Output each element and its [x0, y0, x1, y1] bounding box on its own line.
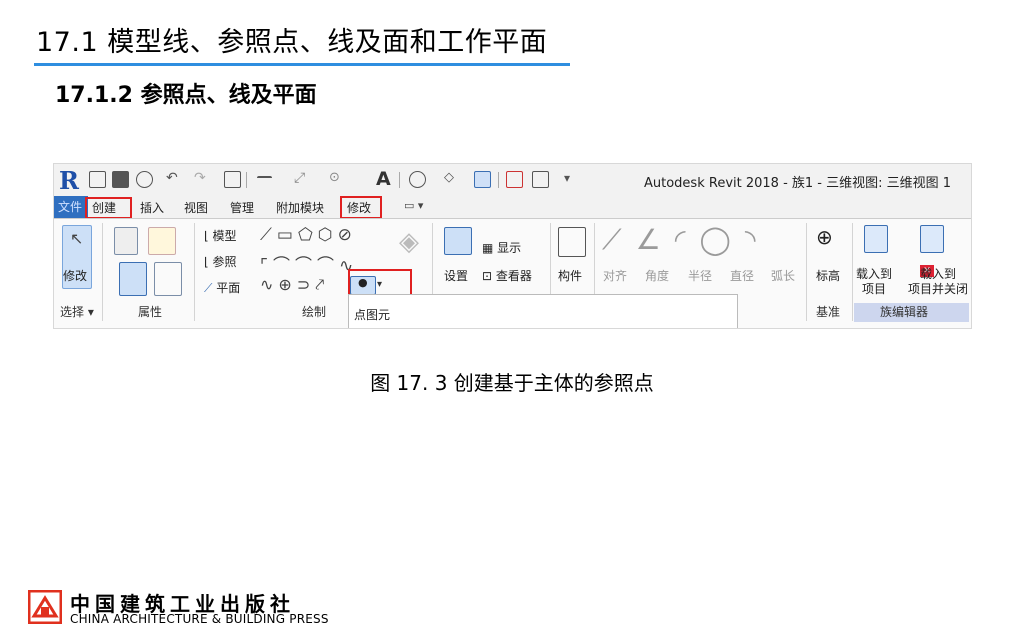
- toolbar-divider: [399, 172, 400, 188]
- close-hidden-icon[interactable]: [506, 171, 523, 188]
- diameter-dim-label: 直径: [730, 269, 755, 283]
- panel-select[interactable]: 选择 ▾: [60, 303, 94, 322]
- component-label: 构件: [558, 269, 583, 283]
- show-button[interactable]: ▦ 显示: [482, 239, 521, 256]
- dimension-icon[interactable]: ⤢: [294, 171, 309, 186]
- show-label: 显示: [497, 241, 522, 255]
- modify-label: 修改: [63, 269, 88, 283]
- undo-icon[interactable]: ↶: [166, 171, 181, 186]
- panel-divider: [102, 223, 103, 321]
- ribbon-tabs: 文件 创建 插入 视图 管理 附加模块 修改 ▭ ▾: [54, 196, 971, 219]
- 3d-view-icon[interactable]: [409, 171, 426, 188]
- reference-plane-button[interactable]: ⟋ 平面: [204, 279, 240, 296]
- tag-icon[interactable]: ⊙: [329, 171, 344, 186]
- model-line-label: 模型: [212, 229, 237, 243]
- highlight-box: [85, 197, 132, 219]
- level-icon[interactable]: ⊕: [816, 225, 833, 249]
- revit-logo-icon[interactable]: R: [59, 166, 79, 195]
- publisher-name-en: CHINA ARCHITECTURE & BUILDING PRESS: [70, 612, 329, 626]
- customize-qat-icon[interactable]: ▾: [564, 171, 579, 186]
- text-icon[interactable]: A: [376, 168, 391, 190]
- app-title: Autodesk Revit 2018 - 族1 - 三维视图: 三维视图 1: [644, 176, 952, 191]
- panel-draw: 绘制: [302, 305, 327, 319]
- dimension-tools-icons[interactable]: ⟋∠◜◯◝: [602, 223, 770, 257]
- sync-icon[interactable]: [136, 171, 153, 188]
- spline-shape-tools[interactable]: ∿⊕⊃⤤: [260, 275, 329, 295]
- tab-addins[interactable]: 附加模块: [276, 199, 324, 216]
- slide-title: 17.1 模型线、参照点、线及面和工作平面: [36, 27, 548, 58]
- tab-file[interactable]: 文件: [54, 196, 88, 218]
- reference-plane-label: 平面: [216, 281, 241, 295]
- reference-line-button[interactable]: ⌊ 参照: [204, 253, 237, 270]
- print-icon[interactable]: [224, 171, 241, 188]
- align-dim-label: 对齐: [603, 269, 628, 283]
- highlight-box: [340, 196, 382, 219]
- level-label: 标高: [816, 269, 841, 283]
- set-label: 设置: [444, 269, 469, 283]
- panel-divider: [852, 223, 853, 321]
- quick-access-toolbar: R ↶ ↷ ⤢ ⊙ A ◇ ▾ Autodesk Revit 2018 - 族1…: [54, 164, 971, 196]
- section-subtitle: 17.1.2 参照点、线及平面: [55, 83, 317, 108]
- ribbon-panels: ↖ 修改 ⌊ 模型 ⌊ 参照 ⟋ 平面 ⟋▭⬠⬡⊘ ⌜⌒⌒⌒∿ ∿⊕⊃⤤ ● ▾…: [54, 218, 971, 328]
- panel-family-editor: 族编辑器: [880, 305, 929, 319]
- radius-dim-label: 半径: [688, 269, 713, 283]
- revit-ribbon-screenshot: R ↶ ↷ ⤢ ⊙ A ◇ ▾ Autodesk Revit 2018 - 族1…: [53, 163, 972, 329]
- load-into-project-icon[interactable]: [864, 225, 888, 253]
- reference-line-label: 参照: [212, 255, 237, 269]
- properties-icon[interactable]: [119, 262, 147, 296]
- figure-caption: 图 17. 3 创建基于主体的参照点: [370, 371, 654, 395]
- type-properties-icon[interactable]: [154, 262, 182, 296]
- family-category-icon[interactable]: [114, 227, 138, 255]
- panel-toggle-icon[interactable]: ▭ ▾: [404, 199, 423, 212]
- viewer-button[interactable]: ⊡ 查看器: [482, 267, 532, 284]
- measure-icon[interactable]: [257, 176, 272, 186]
- load-and-close-icon[interactable]: [920, 225, 944, 253]
- load-into-project-label[interactable]: 载入到 项目: [856, 267, 892, 297]
- switch-windows-icon[interactable]: [532, 171, 549, 188]
- model-line-button[interactable]: ⌊ 模型: [204, 227, 237, 244]
- panel-properties: 属性: [138, 305, 163, 319]
- publisher-logo-icon: [28, 590, 62, 624]
- load-and-close-label[interactable]: 载入到 项目并关闭: [908, 267, 968, 297]
- line-shape-tools[interactable]: ⟋▭⬠⬡⊘: [260, 225, 357, 245]
- tooltip: [348, 294, 738, 328]
- arc-length-dim-label: 弧长: [771, 269, 796, 283]
- section-icon[interactable]: ◇: [444, 171, 459, 186]
- angle-dim-label: 角度: [645, 269, 670, 283]
- toolbar-divider: [498, 172, 499, 188]
- panel-datum: 基准: [816, 305, 841, 319]
- pick-faces-icon[interactable]: ◈: [399, 227, 419, 257]
- open-icon[interactable]: [89, 171, 106, 188]
- tab-manage[interactable]: 管理: [230, 199, 254, 216]
- cursor-icon: ↖: [70, 229, 84, 248]
- arc-shape-tools[interactable]: ⌜⌒⌒⌒∿: [260, 251, 358, 276]
- panel-divider: [194, 223, 195, 321]
- thin-lines-icon[interactable]: [474, 171, 491, 188]
- component-icon[interactable]: [558, 227, 586, 257]
- set-work-plane-icon[interactable]: [444, 227, 472, 255]
- save-icon[interactable]: [112, 171, 129, 188]
- panel-divider: [806, 223, 807, 321]
- tab-view[interactable]: 视图: [184, 199, 208, 216]
- viewer-label: 查看器: [495, 269, 532, 283]
- title-underline: [34, 63, 570, 66]
- tooltip-text: 点图元: [354, 308, 391, 322]
- family-types-icon[interactable]: [148, 227, 176, 255]
- toolbar-divider: [246, 172, 247, 188]
- tab-insert[interactable]: 插入: [140, 199, 164, 216]
- redo-icon[interactable]: ↷: [194, 171, 209, 186]
